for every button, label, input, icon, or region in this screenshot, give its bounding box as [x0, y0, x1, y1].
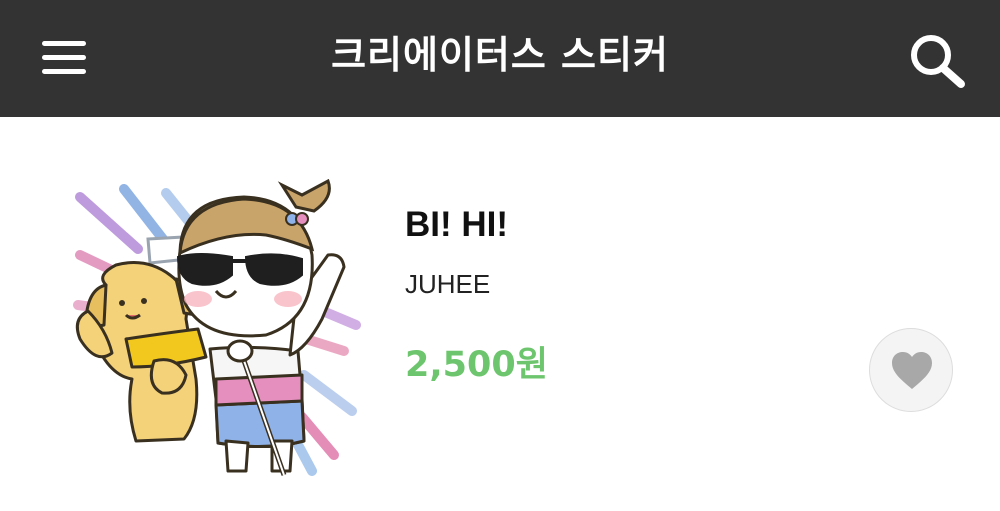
sticker-price: 2,500원	[405, 345, 548, 385]
like-button[interactable]	[869, 328, 953, 412]
sticker-author[interactable]: JUHEE	[405, 267, 490, 301]
app-header: 크리에이터스 스티커	[0, 0, 1000, 117]
sticker-title[interactable]: BI! HI!	[405, 203, 508, 247]
page-title: 크리에이터스 스티커	[331, 33, 669, 77]
heart-icon	[892, 352, 932, 389]
search-icon[interactable]	[905, 30, 971, 90]
sticker-thumbnail[interactable]	[66, 178, 366, 479]
sticker-list-item[interactable]: BI! HI! JUHEE 2,500원	[0, 117, 1000, 511]
